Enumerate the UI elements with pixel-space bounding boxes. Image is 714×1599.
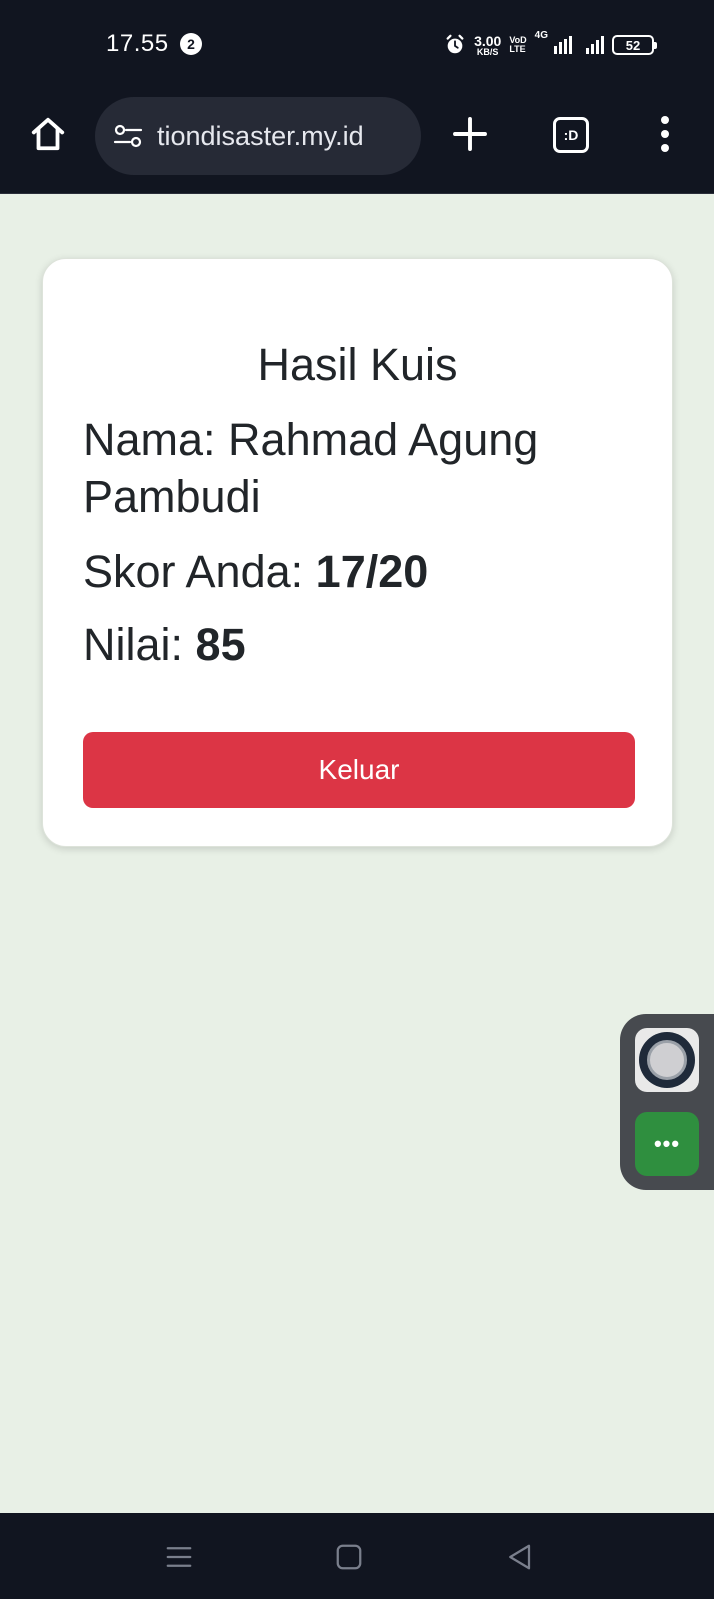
score-value: 17/20 xyxy=(315,546,429,597)
system-nav-bar xyxy=(0,1513,714,1599)
address-bar[interactable]: tiondisaster.my.id xyxy=(95,97,421,175)
menu-icon[interactable] xyxy=(650,112,680,156)
recents-icon xyxy=(166,1547,192,1567)
floating-widget[interactable]: ••• xyxy=(620,1014,714,1190)
status-indicators: 3.00 KB/S VoD LTE 4G 52 xyxy=(444,30,657,60)
signal-icon-sim2 xyxy=(586,36,604,54)
url-text[interactable]: tiondisaster.my.id xyxy=(157,121,364,152)
quiz-result-card: Hasil Kuis Nama: Rahmad Agung Pambudi Sk… xyxy=(42,258,673,847)
tab-switcher-button[interactable]: :D xyxy=(553,117,589,153)
site-settings-icon[interactable] xyxy=(113,124,143,148)
signal-icon xyxy=(554,36,572,54)
score-line: Skor Anda: 17/20 xyxy=(83,543,632,600)
volte-indicator: VoD LTE xyxy=(509,36,526,54)
browser-toolbar: tiondisaster.my.id :D xyxy=(0,90,714,194)
home-icon xyxy=(336,1544,362,1570)
new-tab-button[interactable] xyxy=(448,112,492,156)
net-speed-value: 3.00 xyxy=(474,32,502,49)
battery-icon: 52 xyxy=(612,35,657,55)
back-icon xyxy=(509,1544,531,1570)
status-time: 17.55 xyxy=(106,30,169,57)
add-tab-icon xyxy=(453,117,487,151)
screen-record-button[interactable] xyxy=(635,1028,699,1092)
status-bar: 17.55 2 3.00 KB/S VoD LTE 4G 52 xyxy=(0,0,714,90)
grade-line: Nilai: 85 xyxy=(83,616,632,673)
record-icon xyxy=(639,1032,695,1088)
network-type: 4G xyxy=(534,30,548,41)
net-speed-unit: KB/S xyxy=(476,46,499,57)
grade-value: 85 xyxy=(195,619,246,670)
score-label: Skor Anda: xyxy=(83,546,304,597)
participant-name: Nama: Rahmad Agung Pambudi xyxy=(83,414,539,522)
more-options-button[interactable]: ••• xyxy=(635,1112,699,1176)
back-button[interactable] xyxy=(497,1535,541,1579)
alarm-icon xyxy=(446,34,464,54)
battery-level: 52 xyxy=(625,37,641,53)
volte-bottom: LTE xyxy=(509,44,526,54)
notification-count-badge: 2 xyxy=(180,33,202,55)
home-icon xyxy=(31,117,65,151)
grade-label: Nilai: xyxy=(83,619,184,670)
browser-home-button[interactable] xyxy=(26,112,70,156)
net-speed: 3.00 KB/S xyxy=(474,34,501,57)
logout-button[interactable]: Keluar xyxy=(83,732,635,808)
nav-home-button[interactable] xyxy=(327,1535,371,1579)
result-title: Hasil Kuis xyxy=(257,339,458,390)
recents-button[interactable] xyxy=(157,1535,201,1579)
